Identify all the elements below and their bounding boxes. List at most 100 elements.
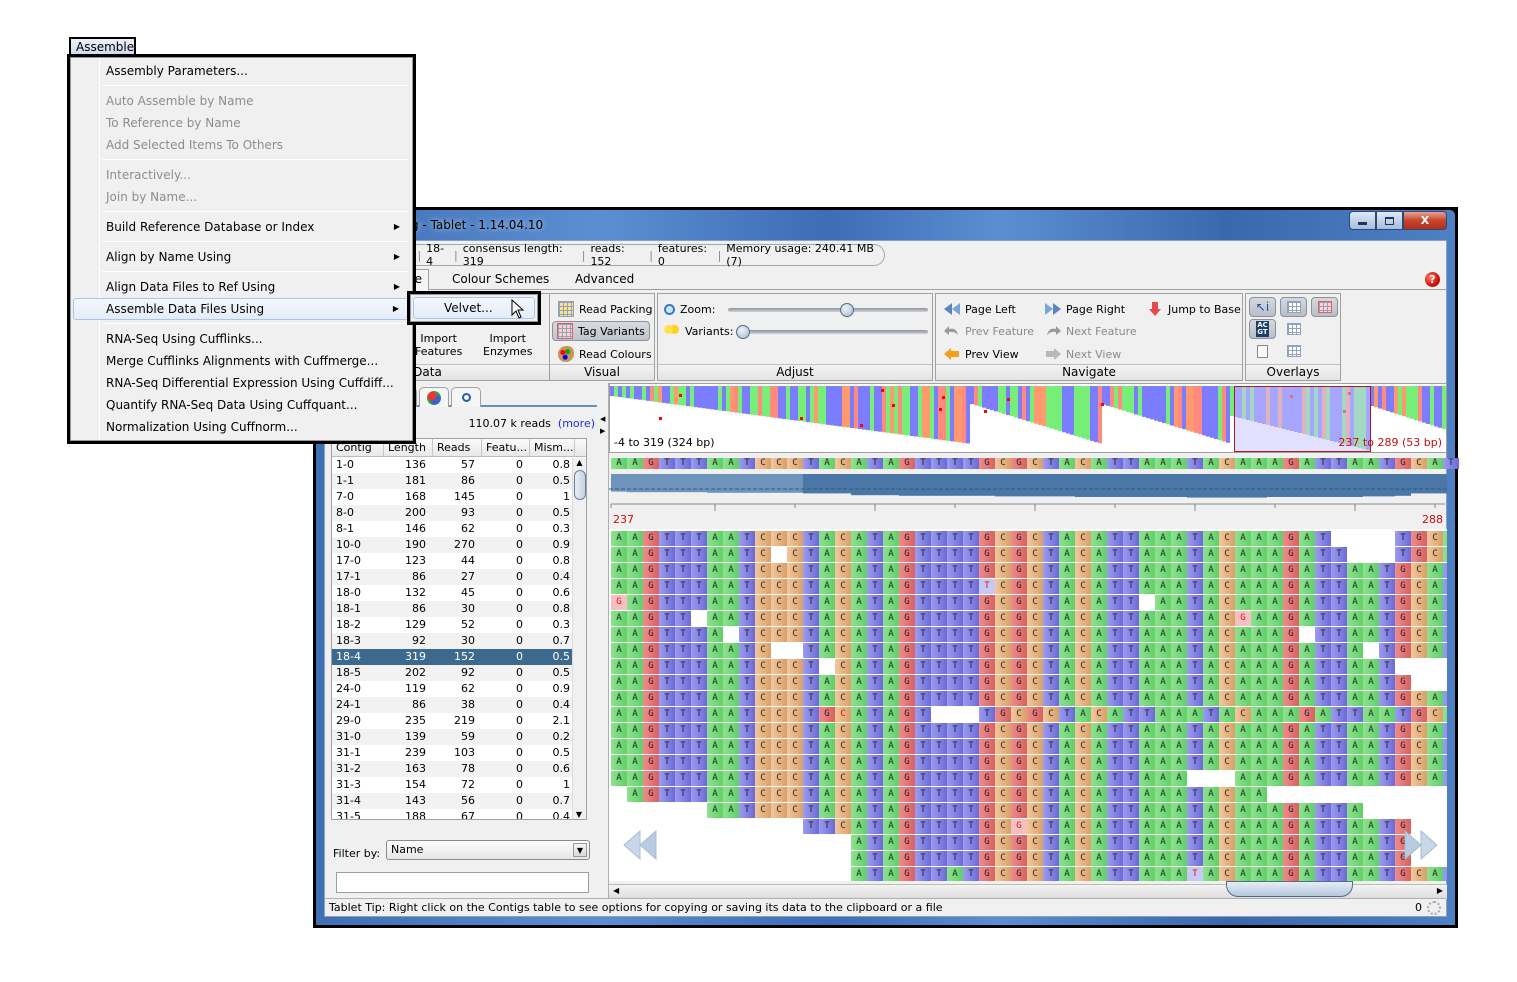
info-pointer-toggle[interactable]: ↖i xyxy=(1249,297,1276,317)
table-row[interactable]: 10-0 190 270 0 0.9 xyxy=(332,537,586,553)
overview-column xyxy=(962,386,966,443)
table-row[interactable]: 8-0 200 93 0 0.5 xyxy=(332,505,586,521)
table-scrollbar-thumb[interactable] xyxy=(574,470,586,500)
table-row[interactable]: 29-0 235 219 0 2.1 xyxy=(332,713,586,729)
panel-splitter[interactable]: ◀ ▶ xyxy=(599,385,607,907)
prev-view-button[interactable]: Prev View xyxy=(940,344,1023,364)
filter-by-select[interactable]: Name ▼ xyxy=(386,840,590,860)
next-view-button[interactable]: Next View xyxy=(1041,344,1125,364)
table-row[interactable]: 17-0 123 44 0 0.8 xyxy=(332,553,586,569)
table-row[interactable]: 31-3 154 72 0 1 xyxy=(332,777,586,793)
scroll-down-icon[interactable]: ▼ xyxy=(573,810,585,819)
horizontal-scrollbar[interactable]: ◀ ▶ xyxy=(609,881,1447,899)
scroll-up-icon[interactable]: ▲ xyxy=(573,458,586,470)
table-row[interactable]: 18-4 319 152 0 0.5 xyxy=(332,649,586,665)
menu-item-align-by-name-using[interactable]: Align by Name Using ▶ xyxy=(73,246,410,268)
overlay-variants-toggle[interactable] xyxy=(1311,297,1338,317)
table-row[interactable]: 1-0 136 57 0 0.8 xyxy=(332,457,586,473)
menu-item-quantify-rna-seq-data-using-cuffquant[interactable]: Quantify RNA-Seq Data Using Cuffquant... xyxy=(73,394,410,416)
menu-item-normalization-using-cuffnorm[interactable]: Normalization Using Cuffnorm... xyxy=(73,416,410,438)
tab-colour-schemes[interactable]: Colour Schemes xyxy=(452,272,549,286)
table-row[interactable]: 1-1 181 86 0 0.5 xyxy=(332,473,586,489)
consensus-base: T xyxy=(659,458,675,469)
reads-canvas[interactable]: AAGTTTAATCCCTACATAGTTTTGCGCTACATTAAATACA… xyxy=(609,529,1447,881)
title-bar[interactable]: g - Tablet - 1.14.04.10 X xyxy=(316,210,1455,240)
scroll-left-icon[interactable]: ◀ xyxy=(613,886,619,895)
table-row[interactable]: 31-4 143 56 0 0.7 xyxy=(332,793,586,809)
table-row[interactable]: 31-0 139 59 0 0.2 xyxy=(332,729,586,745)
table-row[interactable]: 18-1 86 30 0 0.8 xyxy=(332,601,586,617)
menu-item-assemble-data-files-using[interactable]: Assemble Data Files Using ▶ xyxy=(73,298,410,320)
zoom-slider-knob[interactable] xyxy=(839,303,854,317)
read-base: C xyxy=(1219,691,1235,706)
table-cell: 152 xyxy=(454,650,475,663)
read-base: A xyxy=(611,547,627,562)
overview-canvas[interactable]: -4 to 319 (324 bp) 237 to 289 (53 bp) xyxy=(609,383,1447,453)
reads-summary: 110.07 k reads (more) xyxy=(469,417,595,430)
menu-item-merge-cufflinks-alignments-with-cuffmerge[interactable]: Merge Cufflinks Alignments with Cuffmerg… xyxy=(73,350,410,372)
close-button[interactable]: X xyxy=(1403,211,1447,230)
collapse-left-icon[interactable]: ◀ xyxy=(600,415,605,423)
table-row[interactable]: 31-2 163 78 0 0.6 xyxy=(332,761,586,777)
maximize-button[interactable] xyxy=(1376,211,1403,230)
overlay-export-toggle[interactable] xyxy=(1249,341,1276,361)
table-row[interactable]: 31-5 188 67 0 0.4 xyxy=(332,809,586,819)
table-row[interactable]: 18-2 129 52 0 0.3 xyxy=(332,617,586,633)
scroll-right-icon[interactable]: ▶ xyxy=(1437,886,1443,895)
table-row[interactable]: 18-3 92 30 0 0.7 xyxy=(332,633,586,649)
variants-slider-knob[interactable] xyxy=(736,325,750,339)
tab-advanced[interactable]: Advanced xyxy=(575,272,634,286)
page-left-overlay-icon[interactable] xyxy=(623,830,657,860)
variants-slider[interactable] xyxy=(736,325,928,339)
prev-feature-button[interactable]: Prev Feature xyxy=(940,321,1038,341)
menu-item-rna-seq-using-cufflinks[interactable]: RNA-Seq Using Cufflinks... xyxy=(73,328,410,350)
tag-variants-button[interactable]: Tag Variants xyxy=(552,321,650,341)
read-base: A xyxy=(1171,563,1187,578)
overlay-bases-toggle[interactable]: AC GT xyxy=(1249,319,1276,339)
table-row[interactable]: 7-0 168 145 0 1 xyxy=(332,489,586,505)
read-base: A xyxy=(611,659,627,674)
more-link[interactable]: (more) xyxy=(558,417,595,430)
overview-column xyxy=(1070,386,1074,435)
minimize-button[interactable] xyxy=(1349,211,1376,230)
page-left-button[interactable]: Page Left xyxy=(940,299,1020,319)
table-row[interactable]: 31-1 239 103 0 0.5 xyxy=(332,745,586,761)
table-row[interactable]: 18-0 132 45 0 0.6 xyxy=(332,585,586,601)
table-row[interactable]: 17-1 86 27 0 0.4 xyxy=(332,569,586,585)
contigs-table[interactable]: Contig Length Reads Featu... Mism... 1-0… xyxy=(331,438,587,820)
table-scrollbar[interactable]: ▲ ▼ xyxy=(572,458,586,819)
next-feature-button[interactable]: Next Feature xyxy=(1041,321,1141,341)
jump-to-base-button[interactable]: Jump to Base xyxy=(1143,299,1245,319)
expand-right-icon[interactable]: ▶ xyxy=(600,427,605,435)
horizontal-scrollbar-thumb[interactable] xyxy=(1226,881,1353,897)
read-packing-button[interactable]: Read Packing xyxy=(554,299,656,319)
table-row[interactable]: 18-5 202 92 0 0.5 xyxy=(332,665,586,681)
read-base: A xyxy=(1091,739,1107,754)
overlay-columns-toggle[interactable] xyxy=(1280,319,1307,339)
zoom-slider[interactable] xyxy=(728,303,928,317)
overlay-table-toggle[interactable] xyxy=(1280,341,1307,361)
read-base: A xyxy=(851,563,867,578)
import-features-button[interactable]: Import Features xyxy=(411,332,466,362)
col-header-mismatch[interactable]: Mism... xyxy=(530,439,575,456)
import-enzymes-button[interactable]: Import Enzymes xyxy=(479,332,536,362)
help-icon[interactable]: ? xyxy=(1425,272,1440,287)
col-header-features[interactable]: Featu... xyxy=(482,439,530,456)
menu-item-assembly-parameters[interactable]: Assembly Parameters... xyxy=(73,60,410,82)
overlay-grid-toggle[interactable] xyxy=(1280,297,1307,317)
menu-item-align-data-files-to-ref-using[interactable]: Align Data Files to Ref Using ▶ xyxy=(73,276,410,298)
filter-input[interactable] xyxy=(336,872,589,893)
table-row[interactable]: 24-1 86 38 0 0.4 xyxy=(332,697,586,713)
panel-tab-colours[interactable] xyxy=(419,387,449,407)
panel-tab-search[interactable] xyxy=(451,387,481,407)
read-colours-button[interactable]: Read Colours xyxy=(554,344,656,364)
page-right-button[interactable]: Page Right xyxy=(1041,299,1129,319)
col-header-reads[interactable]: Reads xyxy=(433,439,482,456)
overview-column xyxy=(1422,386,1426,423)
table-row[interactable]: 8-1 146 62 0 0.3 xyxy=(332,521,586,537)
menu-item-build-reference-database-or-index[interactable]: Build Reference Database or Index ▶ xyxy=(73,216,410,238)
read-base: T xyxy=(1107,659,1123,674)
page-right-overlay-icon[interactable] xyxy=(1404,830,1438,860)
table-row[interactable]: 24-0 119 62 0 0.9 xyxy=(332,681,586,697)
menu-item-rna-seq-differential-expression-using-cuffdiff[interactable]: RNA-Seq Differential Expression Using Cu… xyxy=(73,372,410,394)
